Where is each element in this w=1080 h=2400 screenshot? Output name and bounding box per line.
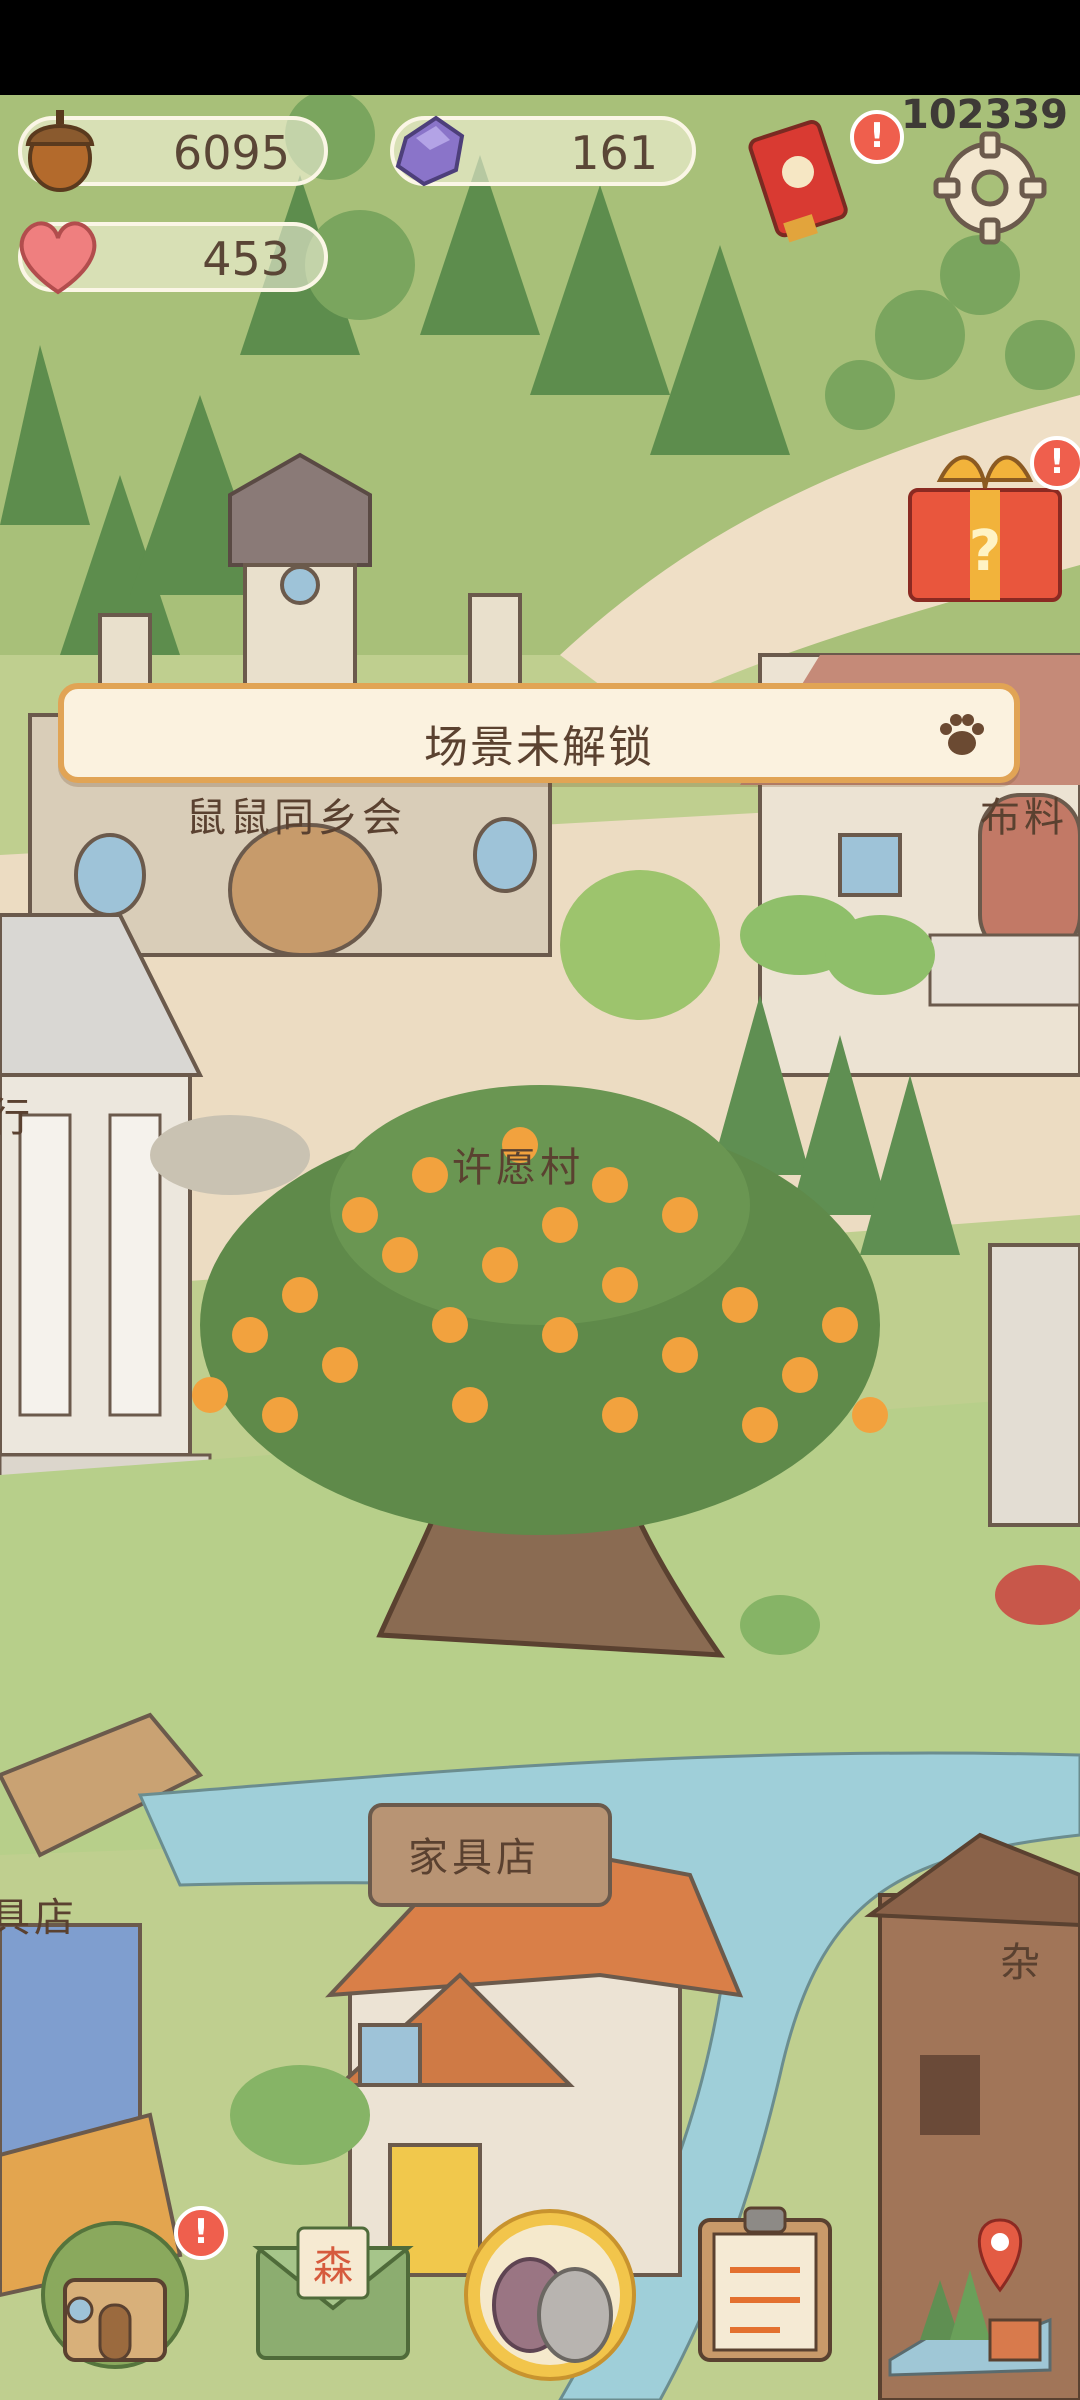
grocery-store-label[interactable]: 杂: [1000, 1930, 1044, 1988]
bank-label[interactable]: 行: [0, 1085, 34, 1143]
lucky-envelope-icon[interactable]: [740, 108, 860, 248]
status-bar: [0, 0, 1080, 95]
heart-value: 453: [202, 232, 290, 286]
heart-icon: [19, 221, 97, 295]
clipboard-icon[interactable]: [690, 2200, 840, 2370]
gear-icon[interactable]: [930, 128, 1050, 248]
mail-stamp-text: 森: [313, 2244, 353, 2290]
hamsters-icon[interactable]: [460, 2205, 640, 2385]
gift-alert-badge: !: [1030, 436, 1080, 490]
scene-locked-text: 场景未解锁: [424, 722, 654, 773]
acorn-icon: [25, 110, 95, 192]
paw-icon: [940, 714, 984, 755]
gem-value: 161: [570, 126, 658, 180]
acorn-value: 6095: [172, 126, 290, 180]
town-hall-label[interactable]: 鼠鼠同乡会: [186, 785, 406, 843]
crystal-icon: [395, 115, 465, 187]
furniture-store-label[interactable]: 家具店: [408, 1825, 540, 1883]
fabric-store-label[interactable]: 布料: [980, 785, 1068, 843]
svg-text:?: ?: [969, 519, 1001, 584]
wish-tree-label[interactable]: 许愿村: [452, 1135, 584, 1193]
event-alert-badge: !: [850, 110, 904, 164]
mail-icon[interactable]: 森: [248, 2208, 418, 2378]
home-alert-badge: !: [174, 2206, 228, 2260]
scene-locked-notice[interactable]: 场景未解锁: [58, 683, 1020, 783]
map-pin-icon[interactable]: [880, 2210, 1060, 2380]
left-store-label[interactable]: 具店: [0, 1885, 78, 1943]
